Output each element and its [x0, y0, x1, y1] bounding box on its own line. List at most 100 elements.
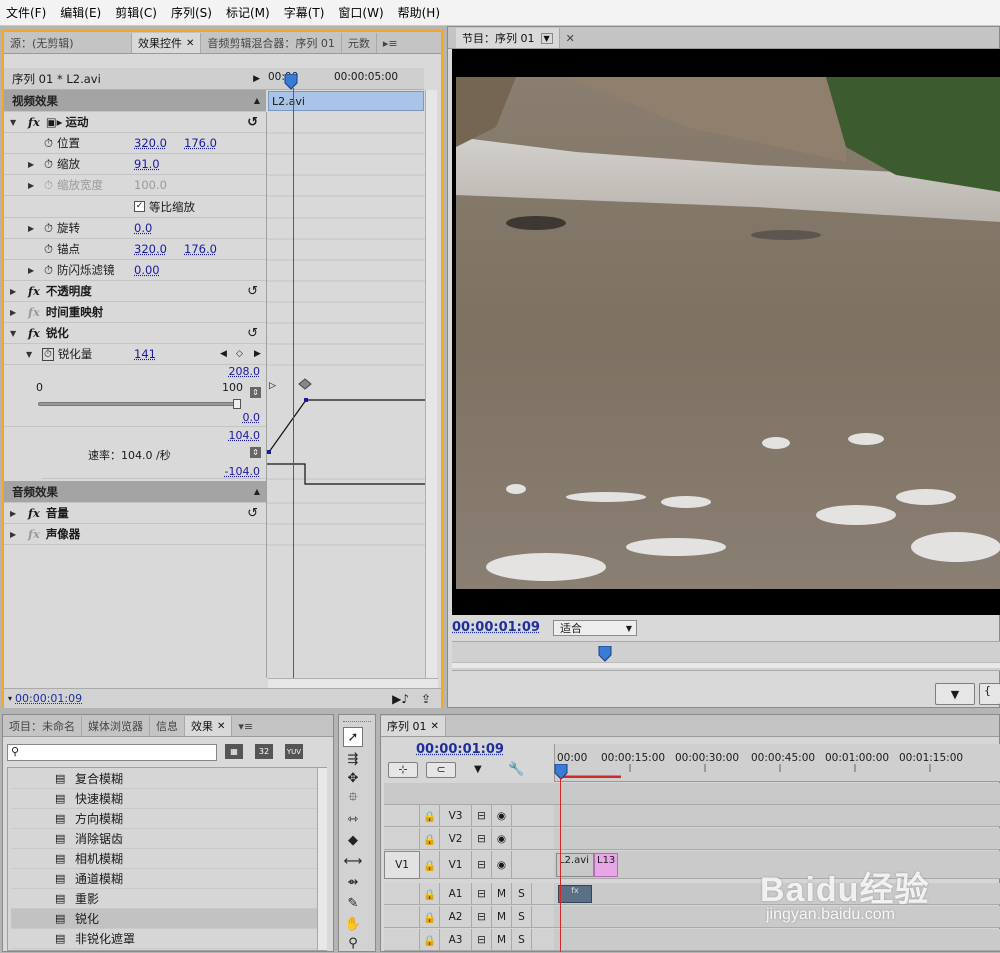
- reset-icon[interactable]: ↺: [247, 284, 258, 299]
- effect-item[interactable]: ▤ 复合模糊: [11, 769, 317, 789]
- anchor-x-value[interactable]: 320.0: [134, 242, 167, 256]
- rolling-edit-tool-icon[interactable]: ⯐: [343, 789, 363, 809]
- effect-row-panner[interactable]: ▶ fx 声像器: [4, 524, 266, 545]
- program-zoom-bar[interactable]: [452, 662, 1000, 668]
- fit-dropdown[interactable]: 适合 ▼: [553, 620, 637, 636]
- lock-icon[interactable]: 🔒: [420, 805, 440, 827]
- expand-right-icon[interactable]: ▶: [10, 509, 22, 518]
- track-label[interactable]: V3: [440, 805, 472, 827]
- snap-button[interactable]: ⊹: [388, 762, 418, 778]
- effect-item[interactable]: ▤ 快速模糊: [11, 789, 317, 809]
- track-v2[interactable]: [554, 828, 1000, 850]
- lock-icon[interactable]: 🔒: [420, 883, 440, 905]
- effects-scrollbar[interactable]: [317, 768, 327, 950]
- track-label[interactable]: A1: [440, 883, 472, 905]
- expand-right-icon[interactable]: ▶: [28, 160, 40, 169]
- expand-down-icon[interactable]: ▼: [10, 329, 22, 338]
- fx-icon[interactable]: fx: [28, 326, 40, 340]
- position-y-value[interactable]: 176.0: [184, 136, 217, 150]
- tab-project[interactable]: 项目：未命名: [3, 716, 82, 736]
- tab-info[interactable]: 信息: [150, 716, 185, 736]
- hand-tool-icon[interactable]: ✋: [343, 914, 363, 934]
- sync-lock-icon[interactable]: ⊟: [472, 805, 492, 827]
- expand-down-icon[interactable]: ▼: [10, 118, 22, 127]
- keyframe-area[interactable]: ▷: [266, 112, 425, 678]
- source-patch[interactable]: [384, 929, 420, 951]
- program-timecode[interactable]: 00:00:01:09: [452, 620, 540, 635]
- scale-value[interactable]: 91.0: [134, 157, 160, 171]
- accelerated-effects-icon[interactable]: ▦: [225, 744, 243, 759]
- tab-dropdown-icon[interactable]: ▼: [540, 32, 553, 44]
- menu-clip[interactable]: 剪辑(C): [115, 4, 157, 21]
- fx-icon[interactable]: fx: [28, 284, 40, 298]
- scale-toggle-icon[interactable]: ⇕: [250, 447, 261, 458]
- close-icon[interactable]: ✕: [217, 721, 225, 732]
- sharpen-slider-track[interactable]: [38, 402, 238, 406]
- sync-lock-icon[interactable]: ⊟: [472, 851, 492, 879]
- close-icon[interactable]: ✕: [431, 721, 439, 732]
- program-scrubber[interactable]: [452, 641, 1000, 671]
- lock-icon[interactable]: 🔒: [420, 929, 440, 951]
- menu-marker[interactable]: 标记(M): [226, 4, 270, 21]
- slip-tool-icon[interactable]: ⟷: [343, 851, 363, 871]
- collapse-icon[interactable]: ▲: [254, 96, 260, 105]
- timeline-playhead-icon[interactable]: [554, 764, 568, 780]
- effects-search-input[interactable]: ⚲: [7, 744, 217, 761]
- linked-selection-button[interactable]: ⊂: [426, 762, 456, 778]
- expand-right-icon[interactable]: ▶: [10, 308, 22, 317]
- next-keyframe-icon[interactable]: ▶: [254, 349, 261, 359]
- clip-l13[interactable]: L13: [594, 853, 618, 877]
- rotation-value[interactable]: 0.0: [134, 221, 152, 235]
- effect-item[interactable]: ▤ 非锐化遮罩: [11, 929, 317, 949]
- audio-clip[interactable]: fx: [558, 885, 592, 903]
- stopwatch-icon[interactable]: ⏱: [44, 221, 53, 236]
- slide-tool-icon[interactable]: ⇴: [343, 872, 363, 892]
- menu-help[interactable]: 帮助(H): [398, 4, 440, 21]
- stopwatch-icon[interactable]: ⏱: [44, 136, 53, 151]
- yuv-effects-icon[interactable]: YUV: [285, 744, 303, 759]
- eye-icon[interactable]: ◉: [492, 851, 512, 879]
- ripple-edit-tool-icon[interactable]: ✥: [343, 768, 363, 788]
- ec-scrollbar[interactable]: [425, 90, 437, 678]
- track-label[interactable]: A2: [440, 906, 472, 928]
- wrench-icon[interactable]: 🔧: [508, 762, 524, 777]
- 32bit-effects-icon[interactable]: 32: [255, 744, 273, 759]
- razor-tool-icon[interactable]: ◆: [343, 830, 363, 850]
- ec-ruler[interactable]: 00:00 00:00:05:00: [266, 68, 424, 90]
- stopwatch-icon[interactable]: ⏱: [44, 263, 53, 278]
- track-a1[interactable]: fx: [554, 883, 1000, 905]
- ec-timecode[interactable]: 00:00:01:09: [15, 692, 82, 705]
- fx-icon[interactable]: fx: [28, 115, 40, 129]
- solo-button[interactable]: S: [512, 883, 532, 905]
- add-marker-button[interactable]: ▼: [935, 683, 975, 705]
- effect-item[interactable]: ▤ 重影: [11, 889, 317, 909]
- track-v3[interactable]: [554, 805, 1000, 827]
- marker-icon[interactable]: ▾: [8, 694, 12, 703]
- stopwatch-icon[interactable]: ⏱: [44, 242, 53, 257]
- clip-bar[interactable]: L2.avi: [268, 91, 424, 111]
- menu-sequence[interactable]: 序列(S): [171, 4, 212, 21]
- sharpen-slider-handle[interactable]: [233, 399, 241, 409]
- stopwatch-icon[interactable]: ⏱: [44, 178, 53, 193]
- tab-effects[interactable]: 效果 ✕: [185, 716, 233, 736]
- eye-icon[interactable]: ◉: [492, 805, 512, 827]
- expand-right-icon[interactable]: ▶: [28, 181, 40, 190]
- tab-media-browser[interactable]: 媒体浏览器: [82, 716, 150, 736]
- track-select-tool-icon[interactable]: ⇶: [343, 749, 363, 769]
- expand-right-icon[interactable]: ▶: [10, 530, 22, 539]
- effect-row-sharpen[interactable]: ▼ fx 锐化 ↺: [4, 323, 266, 344]
- track-label[interactable]: V1: [440, 851, 472, 879]
- effect-item[interactable]: ▤ 方向模糊: [11, 809, 317, 829]
- checkbox-checked-icon[interactable]: ✓: [134, 201, 145, 212]
- tab-metadata[interactable]: 元数: [342, 33, 377, 53]
- tab-program[interactable]: 节目：序列 01 ▼: [456, 28, 560, 48]
- playhead-icon[interactable]: [284, 74, 298, 90]
- eye-icon[interactable]: ◉: [492, 828, 512, 850]
- sync-lock-icon[interactable]: ⊟: [472, 883, 492, 905]
- fx-icon[interactable]: fx: [28, 506, 40, 520]
- play-triangle-icon[interactable]: ▶: [253, 74, 260, 84]
- lock-icon[interactable]: 🔒: [420, 851, 440, 879]
- position-x-value[interactable]: 320.0: [134, 136, 167, 150]
- program-video-frame[interactable]: [452, 49, 1000, 615]
- stopwatch-icon[interactable]: ⏱: [44, 157, 53, 172]
